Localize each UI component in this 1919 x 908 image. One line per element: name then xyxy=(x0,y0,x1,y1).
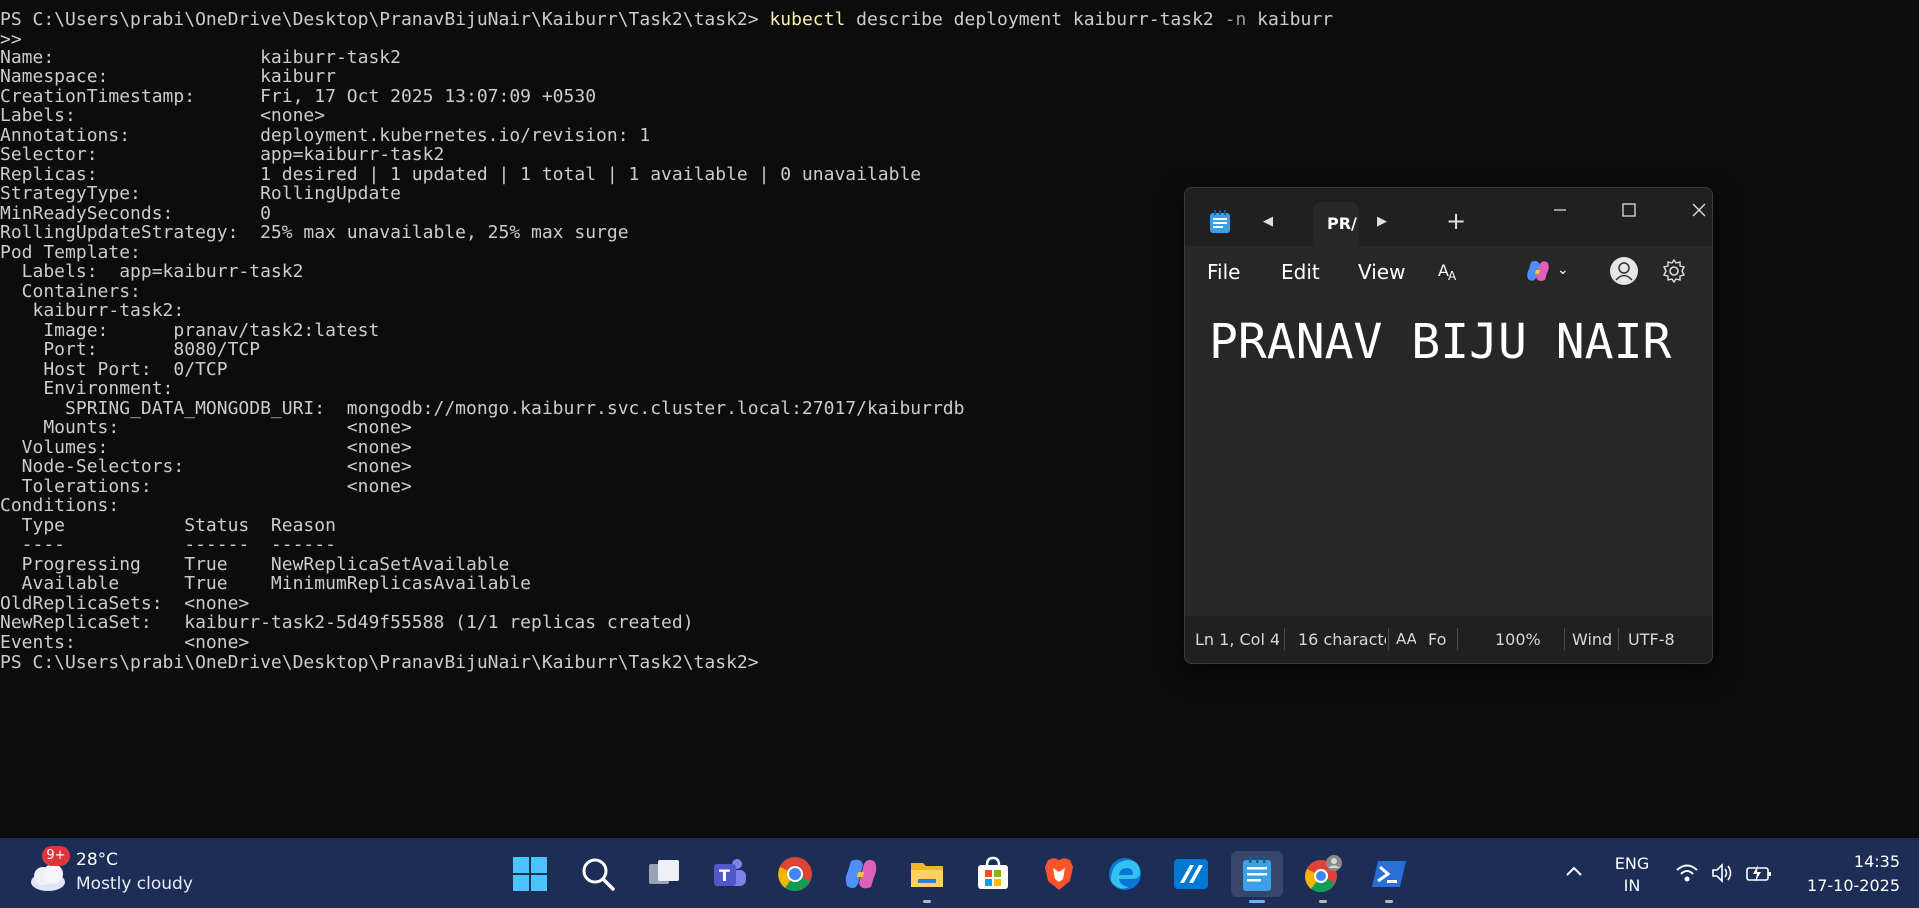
chrome-profile-icon[interactable] xyxy=(1300,851,1346,897)
minimize-button[interactable] xyxy=(1537,194,1583,226)
notepad-icon[interactable] xyxy=(1231,851,1283,897)
final-prompt[interactable]: PS C:\Users\prabi\OneDrive\Desktop\Prana… xyxy=(0,651,759,675)
taskbar: 9+ 28°C Mostly cloudy T ENG IN 14:35 17-… xyxy=(0,838,1919,908)
maximize-button[interactable] xyxy=(1606,194,1652,226)
copilot-icon[interactable] xyxy=(838,851,884,897)
language-code[interactable]: ENG xyxy=(1614,854,1650,873)
copilot-icon[interactable] xyxy=(1525,258,1551,289)
battery-icon[interactable] xyxy=(1745,862,1773,888)
task-view-icon[interactable] xyxy=(641,851,687,897)
account-icon[interactable] xyxy=(1609,256,1639,291)
zoom-level[interactable]: 100% xyxy=(1495,630,1543,649)
weather-condition: Mostly cloudy xyxy=(76,874,193,894)
menu-edit[interactable]: Edit xyxy=(1281,260,1320,284)
notepad-window[interactable]: ◀ PR/ ▶ + File Edit View A A ⌄ PRANAV BI… xyxy=(1184,187,1713,664)
edge-icon[interactable] xyxy=(1102,851,1148,897)
region-code[interactable]: IN xyxy=(1614,876,1650,895)
status-divider xyxy=(1284,628,1285,650)
running-indicator xyxy=(1385,900,1393,903)
running-indicator xyxy=(1319,900,1327,903)
command-line: PS C:\Users\prabi\OneDrive\Desktop\Prana… xyxy=(0,8,1333,32)
tab-scroll-right-icon[interactable]: ▶ xyxy=(1367,206,1397,236)
svg-text:A: A xyxy=(1448,269,1457,283)
prompt: PS C:\Users\prabi\OneDrive\Desktop\Prana… xyxy=(0,9,759,30)
settings-gear-icon[interactable] xyxy=(1661,258,1687,289)
chevron-down-icon[interactable]: ⌄ xyxy=(1557,262,1569,278)
new-tab-button[interactable]: + xyxy=(1441,206,1471,236)
teams-icon[interactable]: T xyxy=(707,851,753,897)
weather-widget[interactable]: 9+ xyxy=(26,846,70,896)
chrome-icon[interactable] xyxy=(772,851,818,897)
command-args: describe deployment kaiburr-task2 xyxy=(856,9,1214,30)
notepad-app-icon xyxy=(1209,210,1231,234)
show-hidden-icons-chevron-icon[interactable] xyxy=(1564,862,1584,887)
text-format-icon[interactable]: A A xyxy=(1437,258,1463,289)
running-indicator xyxy=(923,900,931,903)
clock-time[interactable]: 14:35 xyxy=(1780,852,1900,871)
start-icon[interactable] xyxy=(507,851,553,897)
file-explorer-icon[interactable] xyxy=(904,851,950,897)
search-icon[interactable] xyxy=(575,851,621,897)
cursor-position: Ln 1, Col 4 xyxy=(1195,630,1279,649)
encoding[interactable]: UTF-8 xyxy=(1628,630,1688,649)
menu-view[interactable]: View xyxy=(1358,260,1405,284)
command-flag: -n xyxy=(1224,9,1247,30)
font-setting[interactable]: Fo xyxy=(1428,630,1450,649)
menu-file[interactable]: File xyxy=(1207,260,1240,284)
status-divider xyxy=(1388,628,1389,650)
notepad-statusbar: Ln 1, Col 4 16 characte AA Fo 100% Wind … xyxy=(1185,616,1712,663)
command-flag-value: kaiburr xyxy=(1257,9,1333,30)
tab-scroll-left-icon[interactable]: ◀ xyxy=(1253,206,1283,236)
font-size-icon[interactable]: AA xyxy=(1396,630,1416,648)
close-button[interactable] xyxy=(1676,194,1712,226)
editor-text[interactable]: PRANAV BIJU NAIR xyxy=(1209,314,1671,370)
notepad-titlebar[interactable]: ◀ PR/ ▶ + xyxy=(1185,188,1712,246)
notification-badge: 9+ xyxy=(42,846,70,866)
notepad-editor[interactable]: PRANAV BIJU NAIR xyxy=(1185,296,1712,602)
brave-icon[interactable] xyxy=(1036,851,1082,897)
command-name: kubectl xyxy=(769,9,846,30)
volume-icon[interactable] xyxy=(1710,862,1734,888)
clock-date[interactable]: 17-10-2025 xyxy=(1780,876,1900,895)
status-divider xyxy=(1618,628,1619,650)
temperature: 28°C xyxy=(76,850,119,870)
active-indicator xyxy=(1249,900,1265,903)
status-divider xyxy=(1457,628,1458,650)
svg-text:T: T xyxy=(719,866,730,885)
app-icon[interactable] xyxy=(1168,851,1214,897)
store-icon[interactable] xyxy=(970,851,1016,897)
wifi-icon[interactable] xyxy=(1675,862,1699,888)
line-ending[interactable]: Wind xyxy=(1572,630,1616,649)
powershell-icon[interactable] xyxy=(1366,851,1412,897)
character-count: 16 characte xyxy=(1298,630,1386,649)
status-divider xyxy=(1564,628,1565,650)
tab-document[interactable]: PR/ xyxy=(1313,202,1359,246)
notepad-menubar: File Edit View A A ⌄ xyxy=(1185,246,1712,296)
